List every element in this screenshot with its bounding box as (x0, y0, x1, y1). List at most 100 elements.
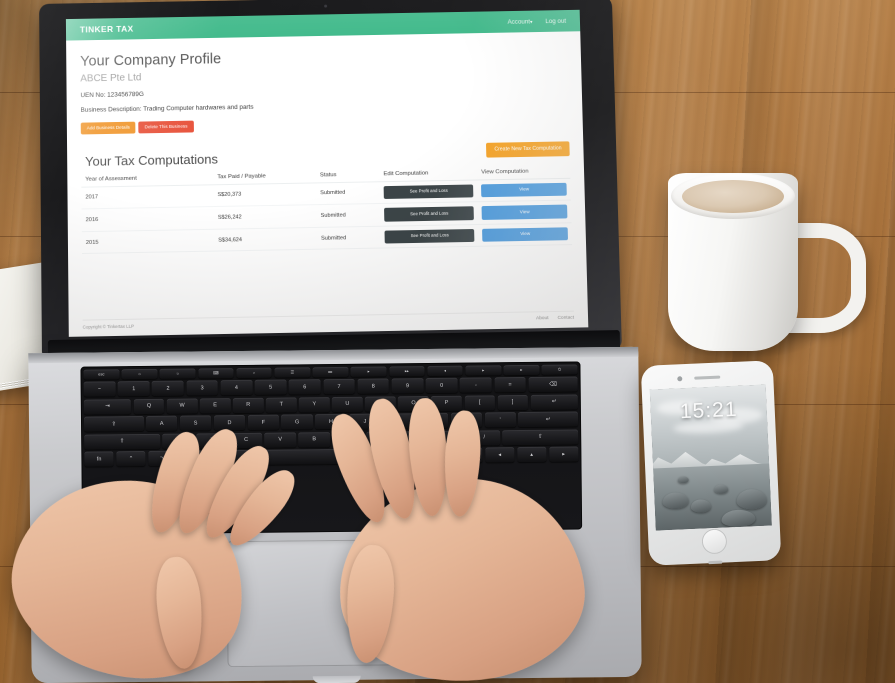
key-w[interactable]: W (166, 397, 198, 414)
laptop-lid: TINKER TAX Account▾ Log out Your Company… (39, 0, 622, 360)
add-business-details-button[interactable]: Add Business Details (80, 121, 136, 135)
cell-view: View (477, 177, 571, 202)
column-header-status: Status (315, 169, 380, 183)
key-s[interactable]: S (179, 415, 212, 431)
cell-view: View (477, 200, 572, 225)
nav-item-logout[interactable]: Log out (545, 17, 566, 24)
tax-computations-table: Year of Assessment Tax Paid / Payable St… (81, 165, 573, 255)
key-t[interactable]: T (265, 396, 297, 413)
key-[interactable]: [ (464, 394, 495, 411)
key-[interactable]: ] (497, 394, 529, 410)
key-[interactable]: ⏻ (541, 363, 578, 375)
key-9[interactable]: 9 (391, 378, 424, 394)
view-computation-button[interactable]: View (482, 204, 568, 220)
phone-home-button[interactable] (701, 528, 728, 555)
phone-front-camera-icon (677, 376, 683, 382)
laptop-screen[interactable]: TINKER TAX Account▾ Log out Your Company… (65, 9, 589, 337)
phone-lockscreen[interactable]: 15:21 (649, 384, 772, 531)
footer-link-contact[interactable]: Contact (557, 316, 574, 321)
key-1[interactable]: 1 (117, 380, 150, 397)
key-[interactable]: ▸ (465, 364, 502, 376)
key-[interactable]: ▸▸ (388, 365, 425, 376)
right-hand (271, 395, 597, 683)
view-computation-button[interactable]: View (482, 227, 569, 243)
key-[interactable]: ☼ (121, 368, 158, 379)
phone-charging-port (708, 560, 723, 565)
section-title: Your Tax Computations (84, 151, 218, 169)
key-[interactable]: ▸ (350, 365, 387, 377)
key-[interactable]: ☰ (274, 366, 311, 378)
key-[interactable]: ⇥ (83, 398, 132, 415)
nav-item-account-label: Account (507, 18, 531, 26)
key-[interactable]: ⌕ (236, 367, 272, 378)
key-5[interactable]: 5 (254, 379, 287, 395)
cell-amount: S$26,242 (213, 204, 317, 230)
tax-computations-section: Your Tax Computations Create New Tax Com… (67, 140, 586, 255)
key-g[interactable]: G (281, 414, 313, 430)
cell-year: 2015 (81, 229, 215, 254)
laptop: TINKER TAX Account▾ Log out Your Company… (0, 0, 642, 683)
key-[interactable]: ~ (83, 381, 116, 397)
key-3[interactable]: 3 (186, 380, 219, 396)
chevron-down-icon: ▾ (529, 18, 533, 25)
key-[interactable]: ◂ (427, 365, 463, 376)
key-4[interactable]: 4 (220, 379, 253, 396)
cell-edit: See Profit and Loss (380, 201, 479, 227)
key-[interactable]: ▸ (503, 364, 540, 375)
see-profit-and-loss-button[interactable]: See Profit and Loss (384, 206, 475, 222)
key-[interactable]: ⌫ (528, 376, 578, 392)
key-[interactable]: ⌨ (198, 367, 234, 378)
cell-amount: S$34,624 (214, 227, 318, 252)
coffee-mug (662, 165, 866, 359)
cell-year: 2017 (81, 184, 214, 210)
nav-links: Account▾ Log out (507, 17, 566, 25)
key-6[interactable]: 6 (288, 379, 321, 395)
phone-earpiece (694, 375, 721, 380)
key-[interactable]: = (494, 376, 527, 393)
profile-actions: Add Business Details Delete This Busines… (80, 114, 569, 135)
footer-link-about[interactable]: About (536, 316, 549, 321)
key-r[interactable]: R (232, 397, 264, 413)
status-badge: Submitted (316, 203, 381, 228)
key-e[interactable]: E (199, 397, 231, 413)
cell-year: 2016 (81, 206, 215, 232)
profile-section: Your Company Profile ABCE Pte Ltd UEN No… (66, 31, 583, 135)
key-[interactable]: ↵ (530, 393, 578, 410)
footer-links: About Contact (536, 316, 574, 322)
key-0[interactable]: 0 (425, 377, 458, 394)
smartphone[interactable]: 15:21 (640, 360, 782, 566)
delete-business-button[interactable]: Delete This Business (138, 120, 194, 134)
status-badge: Submitted (316, 181, 381, 205)
copyright-text: Copyright © Tinkertax LLP (82, 323, 134, 330)
key-[interactable]: ▸▸ (312, 366, 349, 377)
create-new-tax-computation-button[interactable]: Create New Tax Computation (486, 140, 570, 158)
brand-logo[interactable]: TINKER TAX (80, 24, 134, 35)
key-a[interactable]: A (146, 415, 178, 431)
key-7[interactable]: 7 (323, 378, 355, 395)
footer: Copyright © Tinkertax LLP About Contact (82, 310, 575, 330)
view-computation-button[interactable]: View (481, 182, 567, 198)
key-esc[interactable]: esc (83, 368, 120, 380)
see-profit-and-loss-button[interactable]: See Profit and Loss (384, 228, 475, 244)
cell-edit: See Profit and Loss (379, 179, 478, 204)
status-badge: Submitted (316, 226, 381, 250)
webcam-icon (324, 4, 328, 8)
cell-view: View (478, 222, 573, 247)
nav-item-account[interactable]: Account▾ (507, 18, 532, 25)
uen-number: UEN No: 123456789G (80, 91, 144, 100)
key-d[interactable]: D (213, 414, 246, 431)
key-u[interactable]: U (332, 396, 363, 412)
key-[interactable]: ☼ (159, 367, 196, 379)
desk-scene: 15:21 TINKER TAX Account▾ Log out Your C… (0, 0, 895, 683)
tinkertax-webpage: TINKER TAX Account▾ Log out Your Company… (65, 9, 589, 337)
key-8[interactable]: 8 (357, 378, 390, 394)
key-q[interactable]: Q (133, 398, 165, 414)
phone-clock: 15:21 (679, 397, 738, 424)
coffee-surface (682, 180, 784, 213)
key-y[interactable]: Y (298, 396, 330, 412)
key-2[interactable]: 2 (152, 380, 184, 396)
business-description: Business Description: Trading Computer h… (80, 103, 254, 114)
key-[interactable]: - (459, 377, 492, 393)
key-f[interactable]: F (247, 414, 280, 430)
see-profit-and-loss-button[interactable]: See Profit and Loss (383, 184, 474, 200)
